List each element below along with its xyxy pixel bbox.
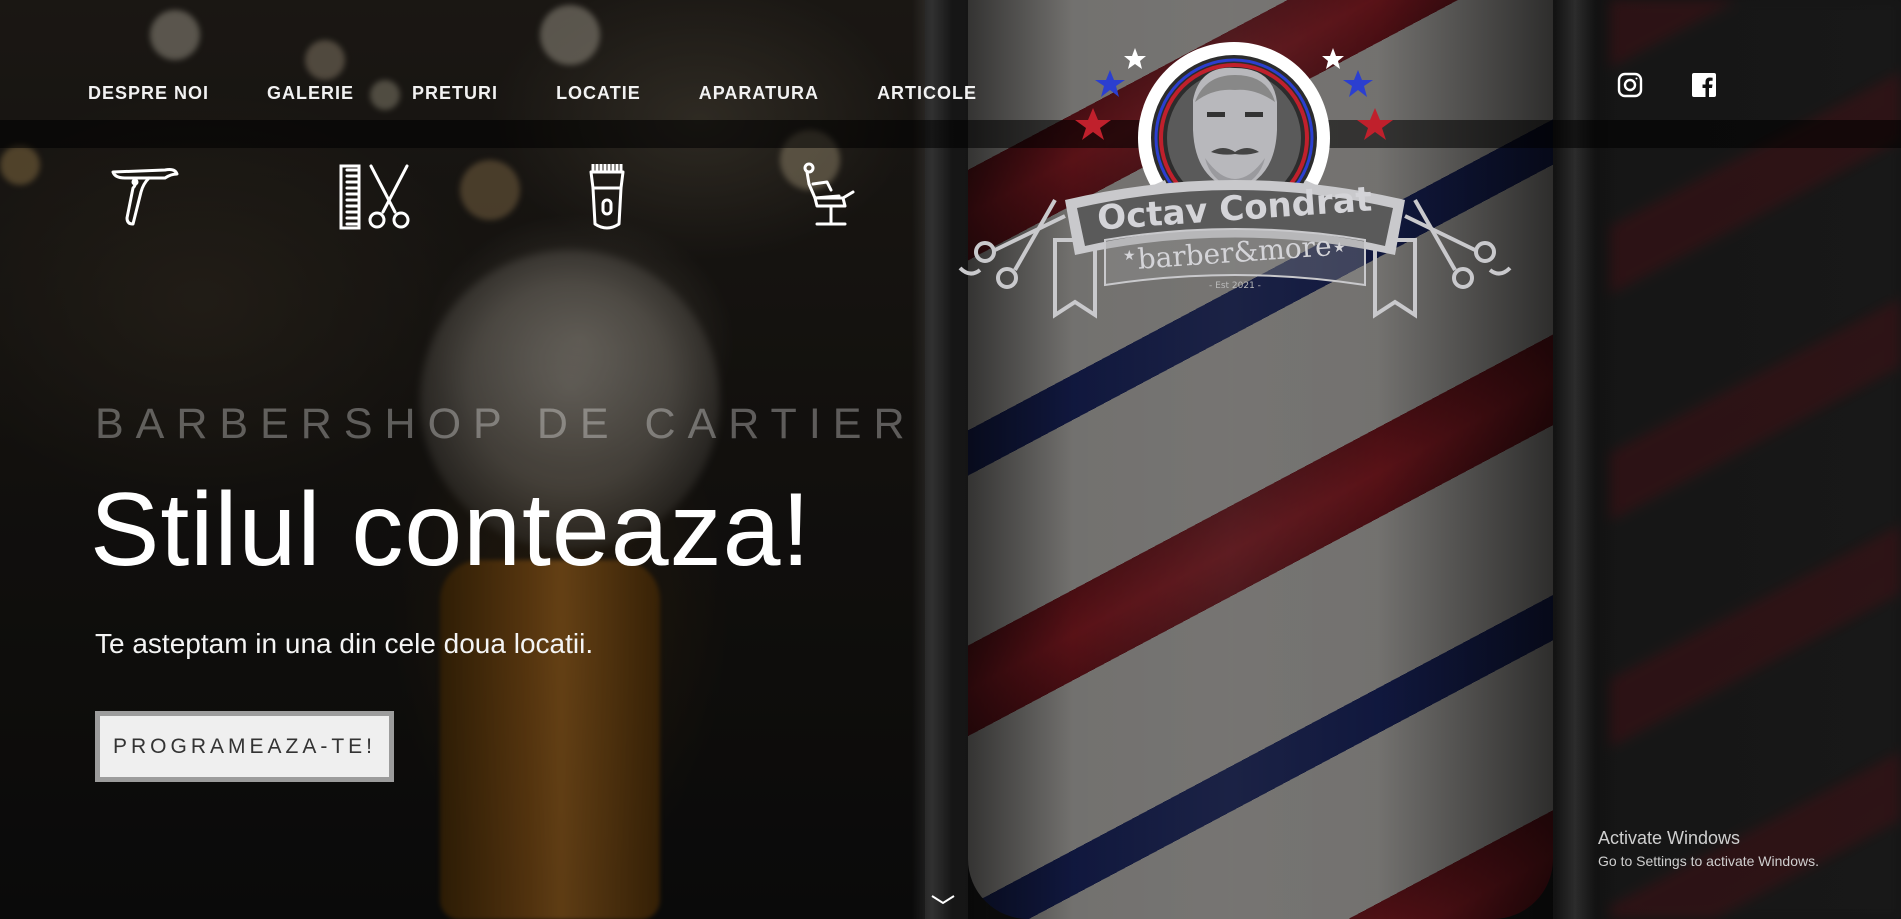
nav-item-locatie[interactable]: LOCATIE	[556, 83, 641, 104]
nav-item-despre-noi[interactable]: DESPRE NOI	[88, 83, 209, 104]
main-navigation: DESPRE NOI GALERIE PRETURI LOCATIE APARA…	[88, 83, 1035, 104]
windows-activation-subtitle: Go to Settings to activate Windows.	[1598, 853, 1819, 869]
scissors-left-icon	[958, 199, 1066, 289]
hero-tagline: BARBERSHOP DE CARTIER	[95, 400, 917, 448]
brand-logo[interactable]: Octav Condrat barber&more - Est 2021 - ★…	[955, 40, 1515, 330]
svg-text:★: ★	[1333, 239, 1346, 255]
barber-chair-icon	[795, 162, 875, 232]
facebook-icon[interactable]	[1691, 72, 1717, 98]
book-appointment-label: PROGRAMEAZA-TE!	[112, 734, 377, 758]
svg-text:★: ★	[1123, 247, 1136, 263]
straight-razor-icon	[105, 162, 185, 232]
nav-item-aparatura[interactable]: APARATURA	[699, 83, 819, 104]
instagram-icon[interactable]	[1617, 72, 1643, 98]
windows-activation-watermark: Activate Windows Go to Settings to activ…	[1598, 828, 1819, 869]
comb-scissors-icon	[337, 162, 417, 232]
nav-item-galerie[interactable]: GALERIE	[267, 83, 354, 104]
windows-activation-title: Activate Windows	[1598, 828, 1741, 848]
hero-headline: Stilul conteaza!	[90, 472, 812, 588]
logo-established: - Est 2021 -	[1209, 281, 1261, 291]
hair-clipper-icon	[567, 162, 647, 232]
book-appointment-button[interactable]: PROGRAMEAZA-TE!	[95, 711, 394, 782]
chevron-down-icon[interactable]	[930, 893, 956, 907]
header-strip	[0, 120, 1901, 148]
scissors-right-icon	[1404, 199, 1512, 289]
hero-subline: Te asteptam in una din cele doua locatii…	[95, 628, 594, 659]
nav-item-preturi[interactable]: PRETURI	[412, 83, 498, 104]
